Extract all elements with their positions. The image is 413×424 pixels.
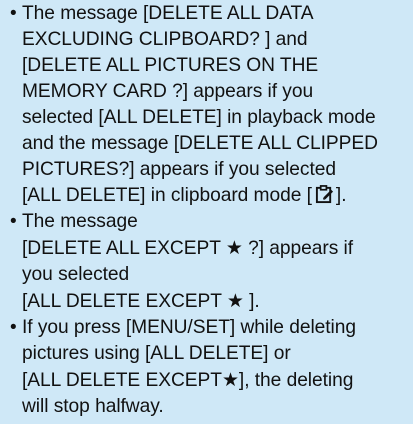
note-line: pictures using [ALL DELETE] or bbox=[22, 343, 291, 364]
note-line: PICTURES?] appears if you selected bbox=[22, 159, 336, 180]
note-delete-all-except-star: • The message [DELETE ALL EXCEPT ★ ?] ap… bbox=[10, 209, 407, 315]
note-text: If you press [MENU/SET] while deleting p… bbox=[22, 315, 407, 420]
note-line-fragment: ?] appears if bbox=[242, 238, 354, 259]
bullet: • bbox=[10, 317, 17, 338]
note-line: [DELETE ALL PICTURES ON THE bbox=[22, 55, 319, 76]
note-delete-all-data: • The message [DELETE ALL DATA EXCLUDING… bbox=[10, 1, 407, 209]
star-icon: ★ bbox=[225, 237, 243, 259]
star-icon: ★ bbox=[226, 290, 244, 312]
note-line: The message [DELETE ALL DATA bbox=[22, 3, 314, 24]
star-icon: ★ bbox=[221, 369, 239, 391]
note-line-fragment: ]. bbox=[335, 185, 347, 206]
note-line: EXCLUDING CLIPBOARD? ] and bbox=[22, 29, 308, 50]
note-line-fragment: [ALL DELETE] in clipboard mode [ bbox=[22, 185, 312, 206]
note-line-with-star: [ALL DELETE EXCEPT ★ ]. bbox=[22, 288, 407, 315]
bullet: • bbox=[10, 3, 17, 24]
note-line-with-icon: [ALL DELETE] in clipboard mode [ ]. bbox=[22, 183, 407, 209]
note-line-fragment: ], the deleting bbox=[238, 370, 354, 391]
note-line-fragment: [ALL DELETE EXCEPT bbox=[22, 291, 227, 312]
note-line-fragment: ]. bbox=[243, 291, 260, 312]
note-text: The message [DELETE ALL EXCEPT ★ ?] appe… bbox=[22, 209, 407, 315]
note-line: If you press [MENU/SET] while deleting bbox=[22, 317, 357, 338]
note-line: selected [ALL DELETE] in playback mode bbox=[22, 107, 376, 128]
note-line: The message bbox=[22, 211, 138, 232]
clipboard-mode-icon bbox=[315, 185, 334, 204]
note-line: will stop halfway. bbox=[22, 396, 164, 417]
note-text: The message [DELETE ALL DATA EXCLUDING C… bbox=[22, 1, 407, 209]
note-line: and the message [DELETE ALL CLIPPED bbox=[22, 133, 378, 154]
note-stop-deleting: • If you press [MENU/SET] while deleting… bbox=[10, 315, 407, 420]
note-line-with-star: [DELETE ALL EXCEPT ★ ?] appears if bbox=[22, 235, 407, 262]
manual-note-panel: • The message [DELETE ALL DATA EXCLUDING… bbox=[0, 0, 413, 424]
note-line: you selected bbox=[22, 264, 130, 285]
note-line-fragment: [DELETE ALL EXCEPT bbox=[22, 238, 226, 259]
bullet: • bbox=[10, 211, 17, 232]
note-line-with-star: [ALL DELETE EXCEPT★], the deleting bbox=[22, 367, 407, 394]
note-line: MEMORY CARD ?] appears if you bbox=[22, 81, 314, 102]
note-line-fragment: [ALL DELETE EXCEPT bbox=[22, 370, 222, 391]
